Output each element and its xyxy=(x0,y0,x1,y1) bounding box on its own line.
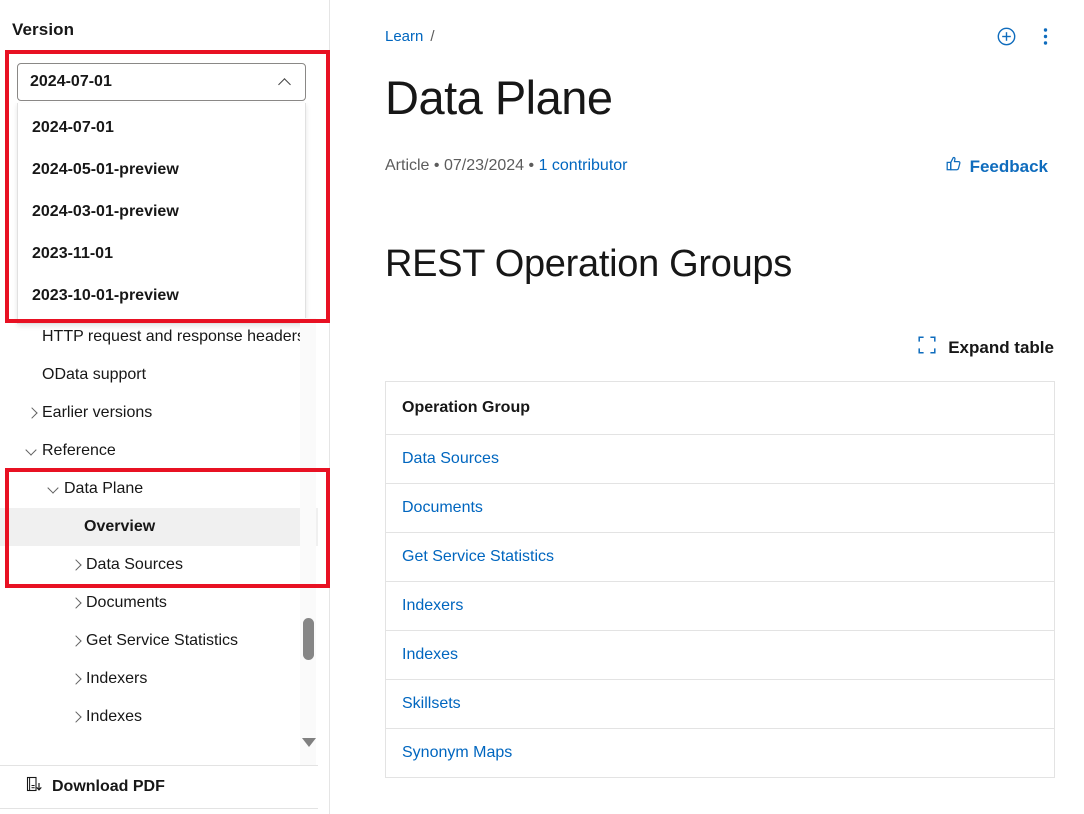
table-link-data-sources[interactable]: Data Sources xyxy=(402,450,499,467)
feedback-label: Feedback xyxy=(969,156,1048,176)
chevron-down-icon xyxy=(24,438,42,464)
sidebar-nav-tree: HTTP request and response headers OData … xyxy=(0,318,318,765)
expand-table-button[interactable]: Expand table xyxy=(918,336,1054,359)
table-link-indexers[interactable]: Indexers xyxy=(402,597,463,614)
table-link-synonym-maps[interactable]: Synonym Maps xyxy=(402,744,512,761)
sidebar-item-label: Reference xyxy=(42,442,116,459)
table-row: Get Service Statistics xyxy=(385,532,1055,582)
sidebar-divider xyxy=(0,765,318,766)
sidebar-item-label: Earlier versions xyxy=(42,404,153,421)
table-row: Documents xyxy=(385,483,1055,533)
sidebar-item-label: OData support xyxy=(42,366,147,383)
scroll-down-arrow-icon[interactable] xyxy=(302,738,316,747)
feedback-button[interactable]: Feedback xyxy=(945,155,1048,178)
version-select-value: 2024-07-01 xyxy=(30,73,112,90)
table-link-indexes[interactable]: Indexes xyxy=(402,646,458,663)
table-row: Synonym Maps xyxy=(385,728,1055,778)
chevron-up-icon xyxy=(279,75,293,89)
sidebar-item-label: HTTP request and response headers xyxy=(42,328,305,345)
sidebar-item-http-headers[interactable]: HTTP request and response headers xyxy=(0,318,318,356)
section-title: REST Operation Groups xyxy=(385,243,792,285)
chevron-down-icon xyxy=(46,476,64,502)
version-option[interactable]: 2023-10-01-preview xyxy=(18,275,305,317)
book-download-icon xyxy=(26,776,43,798)
sidebar-item-reference[interactable]: Reference xyxy=(0,432,318,470)
breadcrumb-separator: / xyxy=(430,28,435,45)
sidebar-item-label: Overview xyxy=(84,518,156,535)
docs-page: Version 2024-07-01 2024-07-01 2024-05-01… xyxy=(0,0,1084,814)
sidebar-item-label: Documents xyxy=(86,594,167,611)
sidebar-item-earlier-versions[interactable]: Earlier versions xyxy=(0,394,318,432)
meta-date: 07/23/2024 xyxy=(443,157,525,174)
sidebar-item-label: Indexers xyxy=(86,670,148,687)
breadcrumb: Learn / xyxy=(385,28,435,45)
sidebar-item-get-service-statistics[interactable]: Get Service Statistics xyxy=(0,622,318,660)
table-row: Data Sources xyxy=(385,434,1055,484)
sidebar-item-label: Indexes xyxy=(86,708,143,725)
breadcrumb-link-learn[interactable]: Learn xyxy=(385,28,423,45)
download-pdf-button[interactable]: Download PDF xyxy=(26,776,165,798)
sidebar-item-data-sources[interactable]: Data Sources xyxy=(0,546,318,584)
version-option[interactable]: 2023-11-01 xyxy=(18,233,305,275)
expand-icon xyxy=(918,336,936,359)
add-to-collection-icon[interactable] xyxy=(996,26,1017,47)
sidebar-item-odata-support[interactable]: OData support xyxy=(0,356,318,394)
chevron-right-icon xyxy=(68,666,86,692)
table-header-row: Operation Group xyxy=(385,381,1055,435)
meta-bullet-1: • xyxy=(433,157,440,174)
meta-contributors-link[interactable]: 1 contributor xyxy=(539,157,628,174)
sidebar-item-overview[interactable]: Overview xyxy=(0,508,318,546)
chevron-right-icon xyxy=(68,704,86,730)
version-label: Version xyxy=(12,20,75,39)
page-actions xyxy=(996,26,1048,47)
version-option[interactable]: 2024-05-01-preview xyxy=(18,149,305,191)
version-option[interactable]: 2024-03-01-preview xyxy=(18,191,305,233)
sidebar-item-indexes[interactable]: Indexes xyxy=(0,698,318,736)
operation-groups-table: Operation Group Data Sources Documents G… xyxy=(385,381,1055,778)
table-row: Indexes xyxy=(385,630,1055,680)
meta-bullet-2: • xyxy=(528,157,535,174)
chevron-right-icon xyxy=(24,400,42,426)
table-row: Indexers xyxy=(385,581,1055,631)
more-options-icon[interactable] xyxy=(1043,26,1048,47)
chevron-right-icon xyxy=(68,590,86,616)
version-select-button[interactable]: 2024-07-01 xyxy=(17,63,306,101)
thumbs-up-icon xyxy=(945,155,963,178)
article-meta: Article • 07/23/2024 • 1 contributor xyxy=(385,157,628,175)
sidebar-item-label: Data Sources xyxy=(86,556,183,573)
sidebar-item-documents[interactable]: Documents xyxy=(0,584,318,622)
version-option[interactable]: 2024-07-01 xyxy=(18,107,305,149)
table-link-skillsets[interactable]: Skillsets xyxy=(402,695,461,712)
chevron-right-icon xyxy=(68,628,86,654)
table-link-documents[interactable]: Documents xyxy=(402,499,483,516)
sidebar-item-data-plane[interactable]: Data Plane xyxy=(0,470,318,508)
sidebar: Version 2024-07-01 2024-07-01 2024-05-01… xyxy=(0,0,330,814)
version-listbox[interactable]: 2024-07-01 2024-05-01-preview 2024-03-01… xyxy=(17,103,306,324)
meta-type: Article xyxy=(385,157,430,174)
download-pdf-label: Download PDF xyxy=(52,778,165,795)
sidebar-item-indexers[interactable]: Indexers xyxy=(0,660,318,698)
sidebar-scrollbar[interactable] xyxy=(300,318,316,765)
sidebar-item-label: Data Plane xyxy=(64,480,144,497)
column-header-operation-group: Operation Group xyxy=(385,381,1055,435)
table-link-get-service-statistics[interactable]: Get Service Statistics xyxy=(402,548,554,565)
table-row: Skillsets xyxy=(385,679,1055,729)
sidebar-item-label: Get Service Statistics xyxy=(86,632,239,649)
sidebar-scrollbar-thumb[interactable] xyxy=(303,618,314,660)
sidebar-divider-bottom xyxy=(0,808,318,809)
page-title: Data Plane xyxy=(385,71,613,124)
main-content: Learn / Data Plane Article • 07/23/2024 … xyxy=(330,0,1084,814)
chevron-right-icon xyxy=(68,552,86,578)
expand-table-label: Expand table xyxy=(948,337,1054,357)
